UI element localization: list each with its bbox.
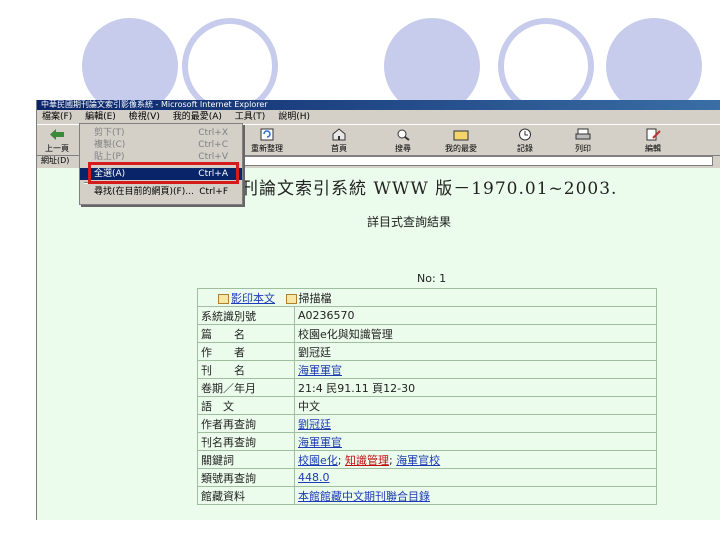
table-row: 刊名再查詢 海軍軍官 xyxy=(197,432,657,451)
search-icon xyxy=(397,129,410,141)
record-detail-table: 影印本文 掃描檔 系統識別號 A0236570 篇 名校園e化與知識管理 作 者劉… xyxy=(197,288,657,505)
menu-bar: 檔案(F) 編輯(E) 檢視(V) 我的最愛(A) 工具(T) 說明(H) xyxy=(37,110,720,124)
print-button[interactable]: 列印 xyxy=(563,128,603,154)
table-row: 系統識別號 A0236570 xyxy=(197,306,657,325)
search-button[interactable]: 搜尋 xyxy=(383,128,423,154)
menu-view[interactable]: 檢視(V) xyxy=(129,112,160,122)
back-button[interactable]: 上一頁 xyxy=(37,128,77,154)
back-arrow-icon xyxy=(50,129,64,140)
keyword-link[interactable]: 知識管理 xyxy=(345,454,389,467)
table-row: 篇 名校園e化與知識管理 xyxy=(197,324,657,343)
address-label: 網址(D) xyxy=(41,156,70,165)
page-subtitle: 詳目式查詢結果 xyxy=(367,215,452,229)
menu-item-cut[interactable]: 剪下(T) Ctrl+X xyxy=(80,127,242,139)
menu-edit[interactable]: 編輯(E) xyxy=(85,112,116,122)
select-all-highlight-box xyxy=(88,162,239,184)
table-row: 關鍵詞 校園e化; 知識管理; 海軍官校 xyxy=(197,450,657,469)
refresh-icon xyxy=(260,128,274,141)
edit-page-icon xyxy=(646,128,661,141)
class-search-link[interactable]: 448.0 xyxy=(298,471,330,484)
scan-file-label: 掃描檔 xyxy=(298,291,332,305)
journal-search-link[interactable]: 海軍軍官 xyxy=(298,436,342,449)
table-row: 刊 名海軍軍官 xyxy=(197,360,657,379)
refresh-button[interactable]: 重新整理 xyxy=(247,128,287,154)
favorites-button[interactable]: 我的最愛 xyxy=(441,128,481,154)
table-row: 作 者劉冠廷 xyxy=(197,342,657,361)
edit-button[interactable]: 編輯 xyxy=(633,128,673,154)
printer-icon xyxy=(575,128,591,140)
window-title: 中華民國期刊論文索引影像系統 - Microsoft Internet Expl… xyxy=(37,100,720,110)
menu-favorites[interactable]: 我的最愛(A) xyxy=(173,112,222,122)
menu-help[interactable]: 說明(H) xyxy=(278,112,310,122)
web-page-content: 期刊論文索引系統 WWW 版－1970.01~2003. 詳目式查詢結果 No:… xyxy=(37,168,720,520)
holdings-link[interactable]: 本館館藏中文期刊聯合目錄 xyxy=(298,490,430,503)
image-icon xyxy=(218,293,229,304)
history-button[interactable]: 記錄 xyxy=(505,128,545,154)
table-row: 語 文中文 xyxy=(197,396,657,415)
history-icon xyxy=(519,128,531,141)
menu-file[interactable]: 檔案(F) xyxy=(42,112,72,122)
home-icon xyxy=(332,128,346,141)
menu-item-copy[interactable]: 複製(C) Ctrl+C xyxy=(80,139,242,151)
fulltext-link[interactable]: 影印本文 xyxy=(231,292,275,305)
table-row: 卷期／年月 21:4 民91.11 頁12-30 xyxy=(197,378,657,397)
menu-tools[interactable]: 工具(T) xyxy=(235,112,266,122)
journal-link[interactable]: 海軍軍官 xyxy=(298,364,342,377)
home-button[interactable]: 首頁 xyxy=(319,128,359,154)
table-row: 影印本文 掃描檔 xyxy=(197,288,657,307)
keyword-link[interactable]: 校園e化 xyxy=(298,454,338,467)
table-row: 類號再查詢 448.0 xyxy=(197,468,657,487)
menu-item-find[interactable]: 尋找(在目前的網頁)(F)... Ctrl+F xyxy=(80,186,242,198)
record-number: No: 1 xyxy=(417,272,447,285)
favorites-folder-icon xyxy=(453,130,469,141)
page-title: 期刊論文索引系統 WWW 版－1970.01~2003. xyxy=(223,179,618,199)
table-row: 作者再查詢 劉冠廷 xyxy=(197,414,657,433)
keyword-link[interactable]: 海軍官校 xyxy=(396,454,440,467)
author-search-link[interactable]: 劉冠廷 xyxy=(298,418,331,431)
table-row: 館藏資料 本館館藏中文期刊聯合目錄 xyxy=(197,486,657,505)
scan-icon xyxy=(285,293,297,304)
